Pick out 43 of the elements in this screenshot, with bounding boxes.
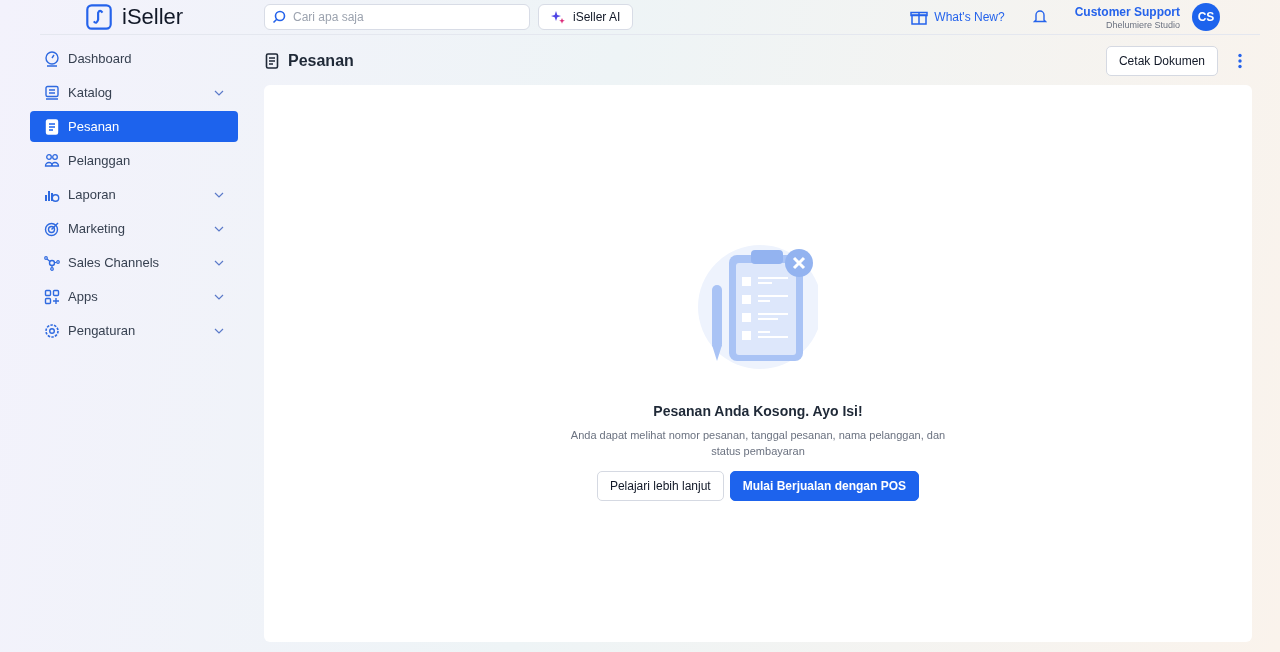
sidebar-item[interactable]: Katalog (30, 77, 238, 108)
sparkle-icon (551, 10, 565, 24)
user-name: Customer Support (1074, 4, 1180, 19)
empty-title: Pesanan Anda Kosong. Ayo Isi! (653, 403, 863, 419)
sidebar-item[interactable]: Pesanan (30, 111, 238, 142)
chevron-down-icon (214, 327, 224, 334)
chevron-down-icon (214, 191, 224, 198)
gear-icon (44, 322, 60, 339)
start-selling-button[interactable]: Mulai Berjualan dengan POS (729, 471, 920, 501)
search-field[interactable]: Cari apa saja (264, 4, 530, 30)
sidebar-item[interactable]: Laporan (30, 179, 238, 210)
list-icon (44, 84, 60, 101)
grid-icon (44, 288, 60, 305)
people-icon (44, 152, 60, 169)
logo-icon (86, 4, 112, 30)
ai-button[interactable]: iSeller AI (538, 4, 634, 30)
search-icon (272, 10, 286, 24)
document-icon (44, 118, 60, 135)
page-title: Pesanan (288, 52, 354, 70)
sidebar-item[interactable]: Marketing (30, 213, 238, 244)
whats-new-link[interactable]: What's New? (910, 9, 1005, 25)
nodes-icon (44, 254, 60, 271)
chevron-down-icon (214, 225, 224, 232)
gauge-icon (44, 50, 60, 67)
store-name: Dhelumiere Studio (1105, 19, 1180, 30)
empty-description: Anda dapat melihat nomor pesanan, tanggal pesanan, nama pelanggan, dan status pembayaran (569, 428, 947, 459)
chevron-down-icon (214, 259, 224, 266)
logo-text: iSeller (122, 4, 184, 30)
sidebar-item[interactable]: Dashboard (30, 43, 238, 74)
learn-more-button[interactable]: Pelajari lebih lanjut (596, 471, 724, 501)
print-button[interactable]: Cetak Dokumen (1105, 46, 1218, 76)
bell-icon[interactable] (1032, 9, 1047, 25)
user-avatar[interactable]: CS (1192, 3, 1220, 31)
target-icon (44, 220, 60, 237)
sidebar-item[interactable]: Apps (30, 281, 238, 312)
chevron-down-icon (214, 293, 224, 300)
chevron-down-icon (214, 89, 224, 96)
sidebar-item[interactable]: Pelanggan (30, 145, 238, 176)
document-icon (264, 53, 280, 69)
more-icon[interactable] (1238, 53, 1242, 69)
sidebar-item[interactable]: Sales Channels (30, 247, 238, 278)
gift-icon (910, 9, 929, 25)
sidebar-item[interactable]: Pengaturan (30, 315, 238, 346)
